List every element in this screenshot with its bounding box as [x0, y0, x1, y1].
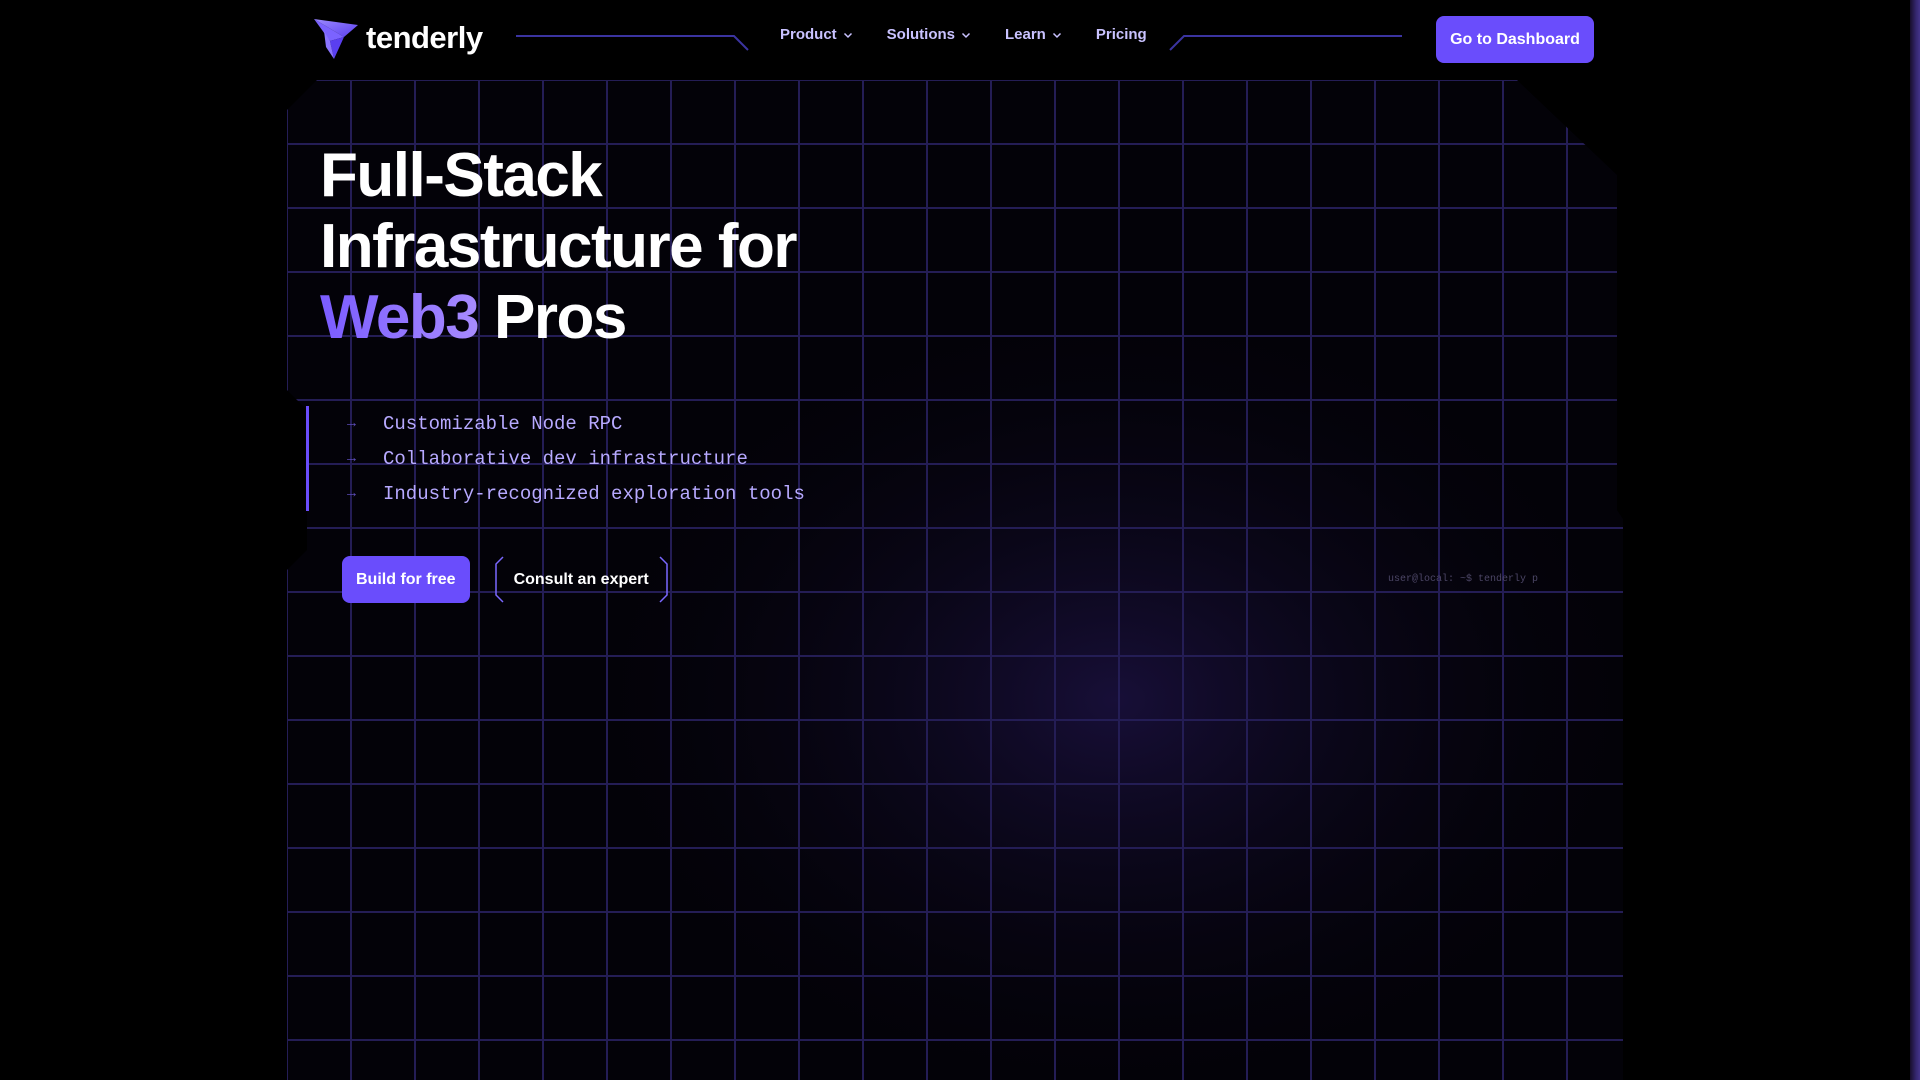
list-item: → Industry-recognized exploration tools	[347, 476, 867, 511]
chevron-down-icon	[843, 32, 852, 38]
go-to-dashboard-button[interactable]: Go to Dashboard	[1436, 16, 1594, 63]
nav-label: Learn	[1005, 26, 1046, 43]
chevron-down-icon	[1052, 32, 1061, 38]
chevron-down-icon	[961, 32, 971, 38]
logo-text: tenderly	[366, 20, 483, 55]
nav-item-learn[interactable]: Learn	[1005, 26, 1062, 43]
hero-title-line2: Infrastructure for	[320, 212, 797, 281]
page: tenderly Product Solutions Learn Pricing…	[0, 0, 1920, 1080]
nav-label: Product	[780, 26, 837, 43]
nav-item-product[interactable]: Product	[780, 26, 853, 43]
hero-buttons: Build for free Consult an expert	[342, 556, 669, 603]
hero-title-accent: Web3	[320, 283, 480, 352]
arrow-right-icon: →	[347, 450, 357, 467]
hero-title-tail: Pros	[478, 283, 627, 352]
feature-text: Collaborative dev infrastructure	[383, 447, 748, 470]
nav-label: Pricing	[1095, 26, 1147, 43]
terminal-prompt: user@local: ~$ tenderly p	[1388, 574, 1539, 585]
arrow-right-icon: →	[347, 415, 357, 432]
scrollbar[interactable]	[1910, 0, 1920, 1080]
nav-item-solutions[interactable]: Solutions	[887, 26, 971, 43]
site-header: tenderly Product Solutions Learn Pricing…	[0, 0, 1920, 80]
consult-expert-label: Consult an expert	[513, 570, 649, 588]
main-nav: Product Solutions Learn Pricing	[780, 26, 1147, 43]
hero-content: Full-Stack Infrastructure for Web3 Pros	[320, 140, 1220, 353]
logo[interactable]: tenderly	[314, 16, 483, 60]
feature-text: Customizable Node RPC	[383, 412, 623, 435]
build-for-free-button[interactable]: Build for free	[342, 556, 470, 603]
nav-item-pricing[interactable]: Pricing	[1096, 26, 1147, 43]
bracket-left-icon	[494, 556, 504, 603]
hero-title: Full-Stack Infrastructure for Web3 Pros	[320, 140, 1220, 353]
hero-title-line1: Full-Stack	[320, 141, 603, 210]
list-item: → Customizable Node RPC	[347, 406, 867, 441]
bracket-right-icon	[659, 556, 668, 603]
arrow-right-icon: →	[347, 485, 357, 502]
feature-list: → Customizable Node RPC → Collaborative …	[306, 406, 867, 511]
consult-expert-button[interactable]: Consult an expert	[494, 556, 669, 603]
list-item: → Collaborative dev infrastructure	[347, 441, 867, 476]
tenderly-logo-icon	[314, 19, 358, 59]
feature-text: Industry-recognized exploration tools	[383, 482, 805, 505]
nav-label: Solutions	[886, 26, 955, 43]
